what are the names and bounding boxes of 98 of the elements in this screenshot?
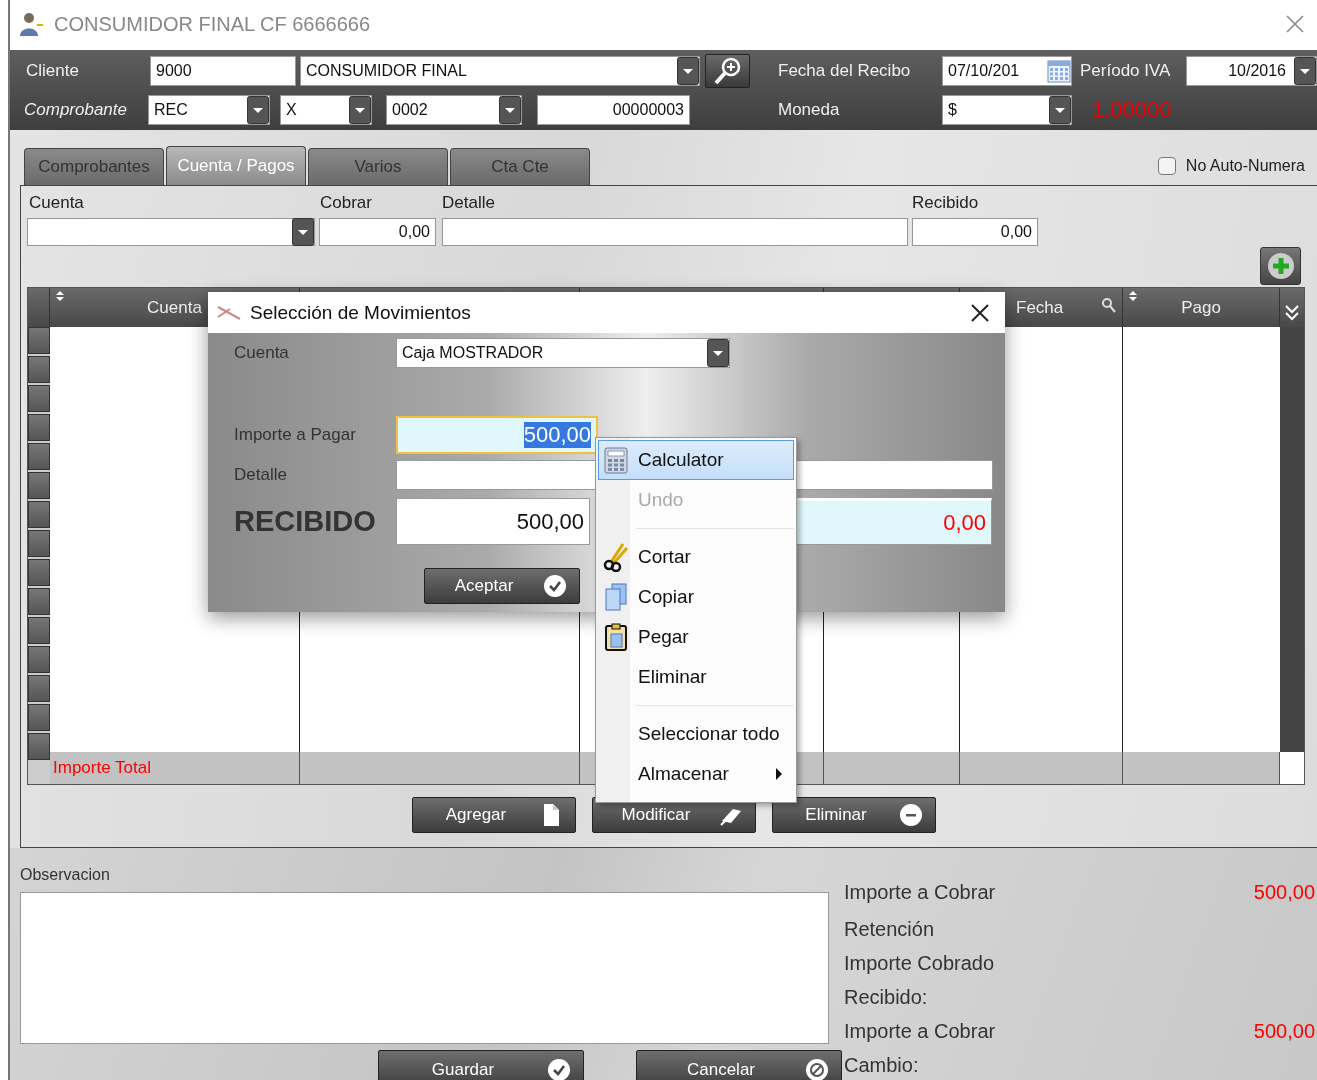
accept-button[interactable]: Aceptar: [424, 568, 580, 604]
combo-box[interactable]: REC: [148, 95, 270, 125]
combo-box[interactable]: [27, 218, 315, 246]
check-icon: [543, 574, 567, 598]
caret-icon: [499, 96, 521, 124]
input-field[interactable]: 0,00: [319, 218, 436, 246]
field-label: Importe a Pagar: [234, 425, 357, 445]
summary-value: 500,00: [1253, 1019, 1315, 1043]
add-button[interactable]: [1260, 247, 1301, 285]
combo-box[interactable]: $: [942, 95, 1072, 125]
field-label: Período IVA: [1080, 61, 1172, 81]
field-label: Cobrar: [320, 193, 373, 213]
field-label: Cliente: [26, 61, 80, 81]
menu-item[interactable]: Almacenar: [598, 754, 794, 794]
menu-item[interactable]: Pegar: [598, 617, 794, 657]
caret-icon: [349, 96, 371, 124]
column-header[interactable]: Pago: [1123, 288, 1280, 327]
minus-icon: [899, 803, 923, 827]
field-label: Fecha del Recibo: [778, 61, 912, 81]
field-label: Observacion: [20, 866, 111, 885]
summary-label: Importe a Cobrar: [844, 880, 996, 904]
combo-box[interactable]: 10/2016: [1186, 56, 1317, 86]
row-selector[interactable]: [28, 588, 50, 615]
checkbox-label: No Auto-Numera: [1185, 156, 1305, 175]
input-field[interactable]: [442, 218, 908, 246]
input-field[interactable]: 00000003: [537, 95, 690, 125]
total-label: Importe Total: [52, 758, 151, 778]
scissors-icon: [601, 542, 631, 572]
row-selector[interactable]: [28, 414, 50, 441]
row-selector[interactable]: [28, 733, 50, 760]
summary-label: Retención: [844, 917, 935, 941]
menu-item[interactable]: Copiar: [598, 577, 794, 617]
summary-label: Importe a Cobrar: [844, 1019, 996, 1043]
zoom-in-icon: [712, 56, 743, 86]
amount-field[interactable]: 500,00: [396, 498, 590, 545]
add-button[interactable]: Agregar: [412, 797, 576, 833]
field-label: Detalle: [442, 193, 496, 213]
chevron-down-icon[interactable]: [1284, 302, 1300, 323]
field-label: Cuenta: [234, 343, 290, 363]
window-title: CONSUMIDOR FINAL CF 6666666: [54, 12, 370, 36]
summary-value: 500,00: [1253, 880, 1315, 904]
menu-item[interactable]: Eliminar: [598, 657, 794, 697]
caret-icon: [1049, 96, 1071, 124]
field-label: Cuenta: [28, 193, 85, 213]
field-label: RECIBIDO: [234, 505, 377, 538]
caret-icon: [292, 218, 314, 246]
input-field[interactable]: 0,00: [912, 218, 1038, 246]
user-icon: [18, 11, 44, 37]
plus-icon: [1266, 252, 1295, 280]
exchange-rate: 1,00000: [1092, 97, 1172, 123]
check-icon: [547, 1058, 571, 1080]
row-selector[interactable]: [28, 646, 50, 673]
prohibited-icon: [805, 1058, 829, 1080]
sort-icon: [56, 291, 64, 301]
row-selector[interactable]: [28, 530, 50, 557]
menu-item[interactable]: Calculator: [598, 440, 794, 480]
caret-icon: [1294, 57, 1316, 85]
amount-field[interactable]: 500,00: [396, 416, 598, 454]
summary-label: Importe Cobrado: [844, 951, 995, 975]
combo-box[interactable]: Caja MOSTRADOR: [396, 338, 730, 368]
delete-button[interactable]: Eliminar: [772, 797, 936, 833]
header-corner: [28, 288, 50, 327]
field-label: Detalle: [234, 465, 288, 485]
row-selector[interactable]: [28, 501, 50, 528]
row-selector[interactable]: [28, 356, 50, 383]
calculator-icon: [601, 445, 631, 475]
calendar-icon[interactable]: [1047, 58, 1071, 84]
row-selector[interactable]: [28, 617, 50, 644]
caret-icon: [707, 339, 729, 367]
input-field[interactable]: 9000: [150, 56, 296, 86]
date-field[interactable]: 07/10/201: [942, 56, 1072, 86]
menu-item[interactable]: Seleccionar todo: [598, 714, 794, 754]
field-label: Moneda: [778, 100, 841, 120]
sort-icon: [1129, 291, 1137, 301]
row-selector[interactable]: [28, 559, 50, 586]
row-selector[interactable]: [28, 385, 50, 412]
scrollbar[interactable]: [1280, 327, 1304, 752]
row-selector[interactable]: [28, 327, 50, 354]
save-button[interactable]: Guardar: [378, 1050, 584, 1080]
close-icon[interactable]: [971, 303, 989, 322]
combo-box[interactable]: CONSUMIDOR FINAL: [300, 56, 700, 86]
row-selector[interactable]: [28, 675, 50, 702]
menu-item[interactable]: Cortar: [598, 537, 794, 577]
row-selector[interactable]: [28, 472, 50, 499]
search-button[interactable]: [705, 54, 750, 88]
field-label: Recibido: [912, 193, 979, 213]
field-label: Comprobante: [24, 100, 128, 120]
combo-box[interactable]: X: [280, 95, 372, 125]
caret-icon: [247, 96, 269, 124]
caret-icon: [677, 57, 699, 85]
submenu-arrow-icon: [775, 768, 783, 780]
summary-label: Recibido:: [844, 985, 928, 1009]
cancel-button[interactable]: Cancelar: [636, 1050, 842, 1080]
summary-label: Cambio:: [844, 1053, 919, 1077]
row-selector[interactable]: [28, 704, 50, 731]
checkbox[interactable]: [1157, 156, 1176, 175]
row-selector[interactable]: [28, 443, 50, 470]
combo-box[interactable]: 0002: [386, 95, 522, 125]
